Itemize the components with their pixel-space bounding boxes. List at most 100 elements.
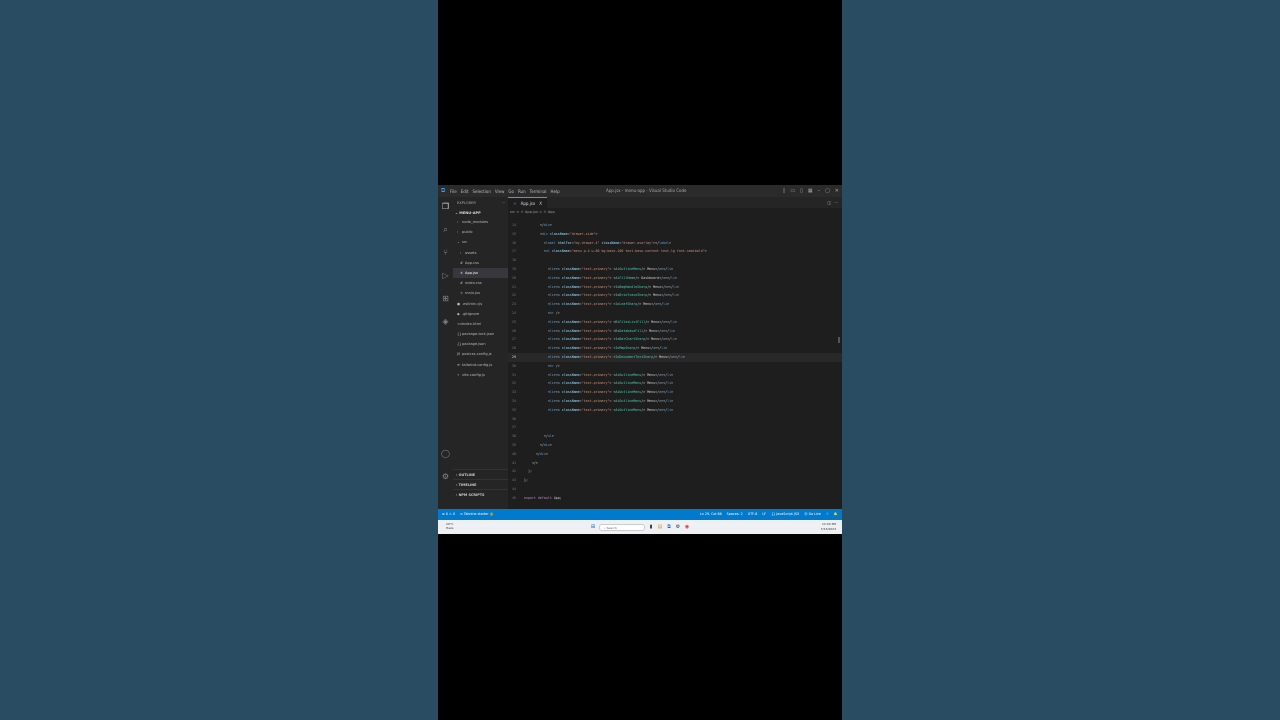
code-line[interactable]: 17 <ul className="menu p-4 w-80 bg-base-… <box>508 247 842 256</box>
task-view-icon[interactable]: ▮ <box>648 524 654 530</box>
weather-widget[interactable]: 29°C Haze <box>446 522 454 530</box>
settings-icon[interactable]: ⚙ <box>675 524 681 530</box>
chrome-icon[interactable]: ◉ <box>684 524 690 530</box>
file-tree-item[interactable]: <>index.html <box>453 319 508 329</box>
customize-layout-icon[interactable]: ▦ <box>808 185 813 197</box>
file-tree-item[interactable]: # App.css <box>453 258 508 268</box>
code-line[interactable]: 32 <li><a className="text-primary"> <AiO… <box>508 379 842 388</box>
file-tree-item[interactable]: ● .eslintrc.cjs <box>453 299 508 309</box>
code-line[interactable]: 39 </div> <box>508 441 842 450</box>
outline-section[interactable]: › OUTLINE <box>453 469 508 479</box>
menu-run[interactable]: Run <box>518 189 526 194</box>
code-line[interactable]: 44 <box>508 485 842 494</box>
code-line[interactable]: 36 <box>508 415 842 424</box>
tabnine-icon[interactable]: ◈ <box>441 317 450 326</box>
indentation[interactable]: Spaces: 2 <box>727 509 743 520</box>
file-tree-item[interactable]: ⚡ vite.config.js <box>453 370 508 380</box>
feedback-icon[interactable]: ♲ <box>826 509 829 520</box>
layout-toggle-icon[interactable]: ▯ <box>783 185 786 197</box>
vscode-taskbar-icon[interactable]: ⧉ <box>666 524 672 530</box>
menu-selection[interactable]: Selection <box>472 189 490 194</box>
file-tree-item[interactable]: JS postcss.config.js <box>453 349 508 359</box>
code-line[interactable]: 15 <div className="drawer-side"> <box>508 230 842 239</box>
explorer-more-icon[interactable]: ··· <box>502 197 505 209</box>
workspace-root[interactable]: ⌄ MENU-APP <box>453 209 508 217</box>
code-line[interactable]: 30 <hr /> <box>508 362 842 371</box>
code-line[interactable]: 20 <li><a className="text-primary"> <AiF… <box>508 274 842 283</box>
manage-gear-icon[interactable]: ⚙ <box>441 472 450 481</box>
panel-toggle-icon[interactable]: ▭ <box>790 185 795 197</box>
code-line[interactable]: 25 <li><a className="text-primary"> <BiF… <box>508 318 842 327</box>
code-editor[interactable]: 14 </div> 15 <div className="drawer-side"… <box>508 221 842 507</box>
taskbar-search[interactable]: ⌕ Search <box>599 523 645 531</box>
file-tree-item[interactable]: ≋ tailwind.config.js <box>453 360 508 370</box>
code-line[interactable]: 18 <box>508 256 842 265</box>
timeline-section[interactable]: › TIMELINE <box>453 479 508 489</box>
file-tree-item[interactable]: ◆ .gitignore <box>453 309 508 319</box>
code-line[interactable]: 19 <li><a className="text-primary"> <AiO… <box>508 265 842 274</box>
code-line[interactable]: 29 <li><a className="text-primary"> <IoD… <box>508 352 842 362</box>
file-tree-item[interactable]: # index.css <box>453 278 508 288</box>
code-line[interactable]: 26 <li><a className="text-primary"> <BsD… <box>508 327 842 336</box>
extensions-icon[interactable]: ⊞ <box>441 294 450 303</box>
code-line[interactable]: 33 <li><a className="text-primary"> <AiO… <box>508 388 842 397</box>
editor-scrollbar[interactable] <box>838 337 840 343</box>
code-line[interactable]: 43}; <box>508 476 842 485</box>
run-debug-icon[interactable]: ▷ <box>441 271 450 280</box>
menu-help[interactable]: Help <box>551 189 560 194</box>
code-line[interactable]: 38 </ul> <box>508 432 842 441</box>
file-tree-item[interactable]: › public <box>453 227 508 237</box>
code-line[interactable]: 45 export default App; <box>508 494 842 503</box>
minimize-icon[interactable]: – <box>818 185 821 197</box>
code-line[interactable]: 35 <li><a className="text-primary"> <AiO… <box>508 406 842 415</box>
code-line[interactable]: 34 <li><a className="text-primary"> <AiO… <box>508 397 842 406</box>
system-clock[interactable]: 12:00 PM 7/23/2023 <box>821 522 836 531</box>
npm-scripts-section[interactable]: › NPM SCRIPTS <box>453 489 508 499</box>
file-tree-item[interactable]: ⚛ main.jsx <box>453 288 508 298</box>
line-ending[interactable]: LF <box>762 509 766 520</box>
code-line[interactable]: 16 <label htmlFor="my-drawer-4" classNam… <box>508 239 842 248</box>
code-line[interactable]: 31 <li><a className="text-primary"> <AiO… <box>508 371 842 380</box>
tab-close-button[interactable]: X <box>539 198 542 208</box>
split-editor-icon[interactable]: ◫ <box>827 197 831 208</box>
file-explorer-icon[interactable]: ▤ <box>657 524 663 530</box>
file-tree-item[interactable]: {}package.json <box>453 339 508 349</box>
file-tree-item[interactable]: {}package-lock.json <box>453 329 508 339</box>
file-tree-item[interactable]: ⚛ App.jsx <box>453 267 508 279</box>
breadcrumb[interactable]: src > ⚛ App.jsx > ⚛ App <box>508 208 842 216</box>
encoding[interactable]: UTF-8 <box>748 509 758 520</box>
menu-terminal[interactable]: Terminal <box>530 189 547 194</box>
menu-go[interactable]: Go <box>508 189 514 194</box>
notifications-icon[interactable]: 🔔 <box>834 509 838 520</box>
code-line[interactable]: 24 <hr /> <box>508 309 842 318</box>
problems-status[interactable]: ⊗ 0 ⚠ 0 <box>442 509 455 520</box>
account-icon[interactable]: ◯ <box>441 449 450 458</box>
windows-start-icon[interactable]: ⊞ <box>590 524 596 530</box>
code-line[interactable]: 21 <li><a className="text-primary"> <IoB… <box>508 283 842 292</box>
menu-file[interactable]: File <box>450 189 457 194</box>
code-line[interactable]: 23 <li><a className="text-primary"> <IoL… <box>508 300 842 309</box>
source-control-icon[interactable]: ⑂ <box>441 248 450 257</box>
code-line[interactable]: 28 <li><a className="text-primary"> <IoM… <box>508 344 842 353</box>
file-tree-item[interactable]: › node_modules <box>453 217 508 227</box>
file-tree-item[interactable]: › assets <box>453 248 508 258</box>
more-actions-icon[interactable]: ··· <box>834 197 838 208</box>
maximize-icon[interactable]: ▢ <box>825 185 830 197</box>
explorer-icon[interactable]: ❐ <box>441 202 450 211</box>
menu-view[interactable]: View <box>495 189 505 194</box>
search-icon[interactable]: ⌕ <box>441 225 450 234</box>
menu-edit[interactable]: Edit <box>461 189 469 194</box>
code-line[interactable]: 37 <box>508 423 842 432</box>
code-line[interactable]: 41 </> <box>508 459 842 468</box>
tabnine-status[interactable]: ⊙ Tabnine starter 🔒 <box>460 509 494 520</box>
code-line[interactable]: 14 </div> <box>508 221 842 230</box>
code-line[interactable]: 42 ); <box>508 467 842 476</box>
tab-app-jsx[interactable]: ⚛ App.jsx X <box>508 197 547 208</box>
code-line[interactable]: 40 </div> <box>508 450 842 459</box>
cursor-position[interactable]: Ln 29, Col 66 <box>700 509 722 520</box>
language-mode[interactable]: {} JavaScript JSX <box>771 509 799 520</box>
code-line[interactable]: 22 <li><a className="text-primary"> <IoB… <box>508 291 842 300</box>
sidebar-toggle-icon[interactable]: ▯ <box>800 185 803 197</box>
file-tree-item[interactable]: ⌄ src <box>453 237 508 247</box>
go-live-button[interactable]: ⦿ Go Live <box>804 509 821 520</box>
